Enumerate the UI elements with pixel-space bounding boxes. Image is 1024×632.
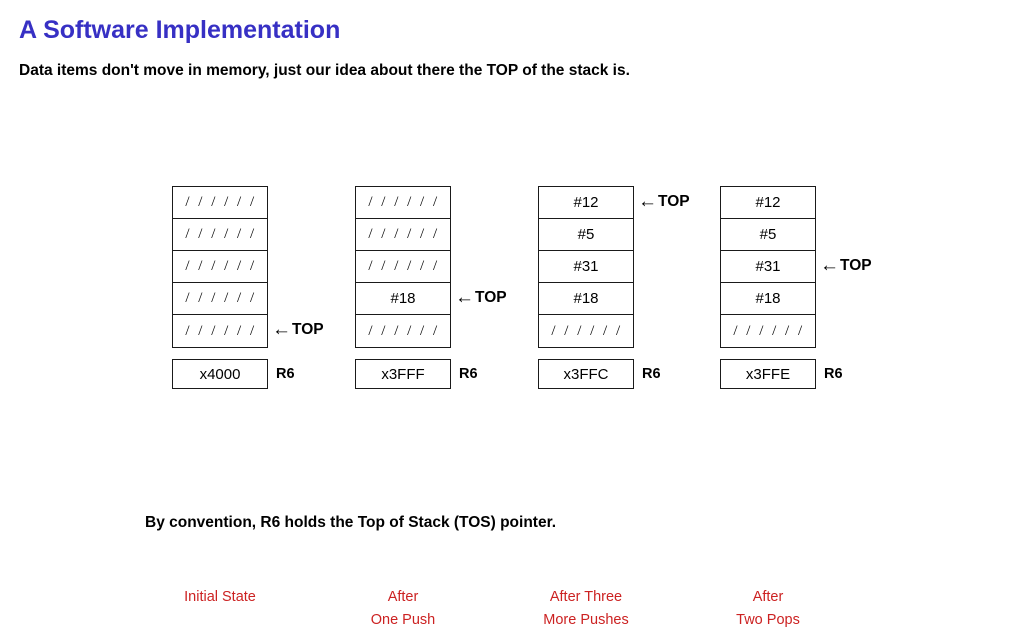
left-arrow-icon: ← [272,318,291,340]
stack-cell: #18 [539,283,633,315]
stack-cell: #31 [539,251,633,283]
top-of-stack-marker: ← TOP [820,250,872,282]
left-arrow-icon: ← [638,190,657,212]
footer-note: By convention, R6 holds the Top of Stack… [145,514,557,531]
empty-slot-marker: / / / / / / [733,322,805,339]
stack-cell: / / / / / / [173,283,267,315]
stack-state-caption: After Two Pops [720,586,816,632]
stack-cell: / / / / / / [173,187,267,219]
caption-line: Initial State [184,589,256,605]
register-value-box: x3FFF [355,359,451,389]
stack-cell: #31 [721,251,815,283]
top-of-stack-marker: ← TOP [272,314,324,346]
top-marker-label: TOP [475,289,507,306]
register-value: x3FFC [563,365,609,383]
register-name-label: R6 [459,366,478,382]
stack-box: / / / / / / / / / / / / / / / / / / #18 / / … [355,186,451,348]
stack-cell: #18 [721,283,815,315]
caption-line: Two Pops [736,612,800,628]
stack-cell: / / / / / / [173,315,267,347]
stack-value: #18 [390,290,416,307]
stack-cell: / / / / / / [721,315,815,347]
empty-slot-marker: / / / / / / [185,258,257,274]
empty-slot-marker: / / / / / / [551,322,623,339]
stack-cell: #12 [721,187,815,219]
stack-cell: / / / / / / [173,251,267,283]
top-marker-label: TOP [292,321,324,338]
stack-cell: / / / / / / [356,187,450,219]
slide-subtitle: Data items don't move in memory, just ou… [19,62,630,79]
empty-slot-marker: / / / / / / [368,194,440,210]
register-value-box: x4000 [172,359,268,389]
stack-cell: #5 [539,219,633,251]
empty-slot-marker: / / / / / / [185,322,257,339]
caption-line: After [387,589,419,605]
empty-slot-marker: / / / / / / [185,290,257,306]
stack-value: #12 [755,194,781,211]
page-title: A Software Implementation [19,16,341,44]
caption-line: After Three [549,589,623,605]
stack-value: #5 [759,226,777,243]
stack-box: / / / / / / / / / / / / / / / / / / / / / /… [172,186,268,348]
stack-cell: / / / / / / [356,315,450,347]
stack-box: #12 #5 #31 #18 / / / / / / [720,186,816,348]
top-of-stack-marker: ← TOP [455,282,507,314]
empty-slot-marker: / / / / / / [368,258,440,274]
stack-state-caption: After Three More Pushes [538,586,634,632]
empty-slot-marker: / / / / / / [185,194,257,210]
top-of-stack-marker: ← TOP [638,186,690,218]
empty-slot-marker: / / / / / / [368,226,440,242]
register-value-box: x3FFC [538,359,634,389]
stack-cell: / / / / / / [356,251,450,283]
stack-value: #18 [755,290,781,307]
register-value: x4000 [199,365,241,383]
empty-slot-marker: / / / / / / [185,226,257,242]
stack-cell: #12 [539,187,633,219]
stack-cell: #5 [721,219,815,251]
stack-state-caption: Initial State [172,586,268,609]
stack-cell: #18 [356,283,450,315]
slide-canvas: A Software Implementation Data items don… [0,0,1024,628]
stack-value: #31 [755,258,781,275]
top-marker-label: TOP [840,257,872,274]
stack-value: #18 [573,290,599,307]
left-arrow-icon: ← [820,254,839,276]
stack-state-caption: After One Push [355,586,451,632]
caption-line: After [752,589,784,605]
register-name-label: R6 [824,366,843,382]
register-value: x3FFE [745,365,791,383]
top-marker-label: TOP [658,193,690,210]
caption-line: One Push [370,612,436,628]
stack-cell: / / / / / / [539,315,633,347]
register-name-label: R6 [642,366,661,382]
stack-value: #5 [577,226,595,243]
register-value: x3FFF [381,365,425,383]
stack-value: #12 [573,194,599,211]
stack-cell: / / / / / / [173,219,267,251]
register-value-box: x3FFE [720,359,816,389]
stack-cell: / / / / / / [356,219,450,251]
caption-line: More Pushes [543,612,629,628]
stack-box: #12 #5 #31 #18 / / / / / / [538,186,634,348]
register-name-label: R6 [276,366,295,382]
stack-value: #31 [573,258,599,275]
empty-slot-marker: / / / / / / [368,322,440,339]
left-arrow-icon: ← [455,286,474,308]
